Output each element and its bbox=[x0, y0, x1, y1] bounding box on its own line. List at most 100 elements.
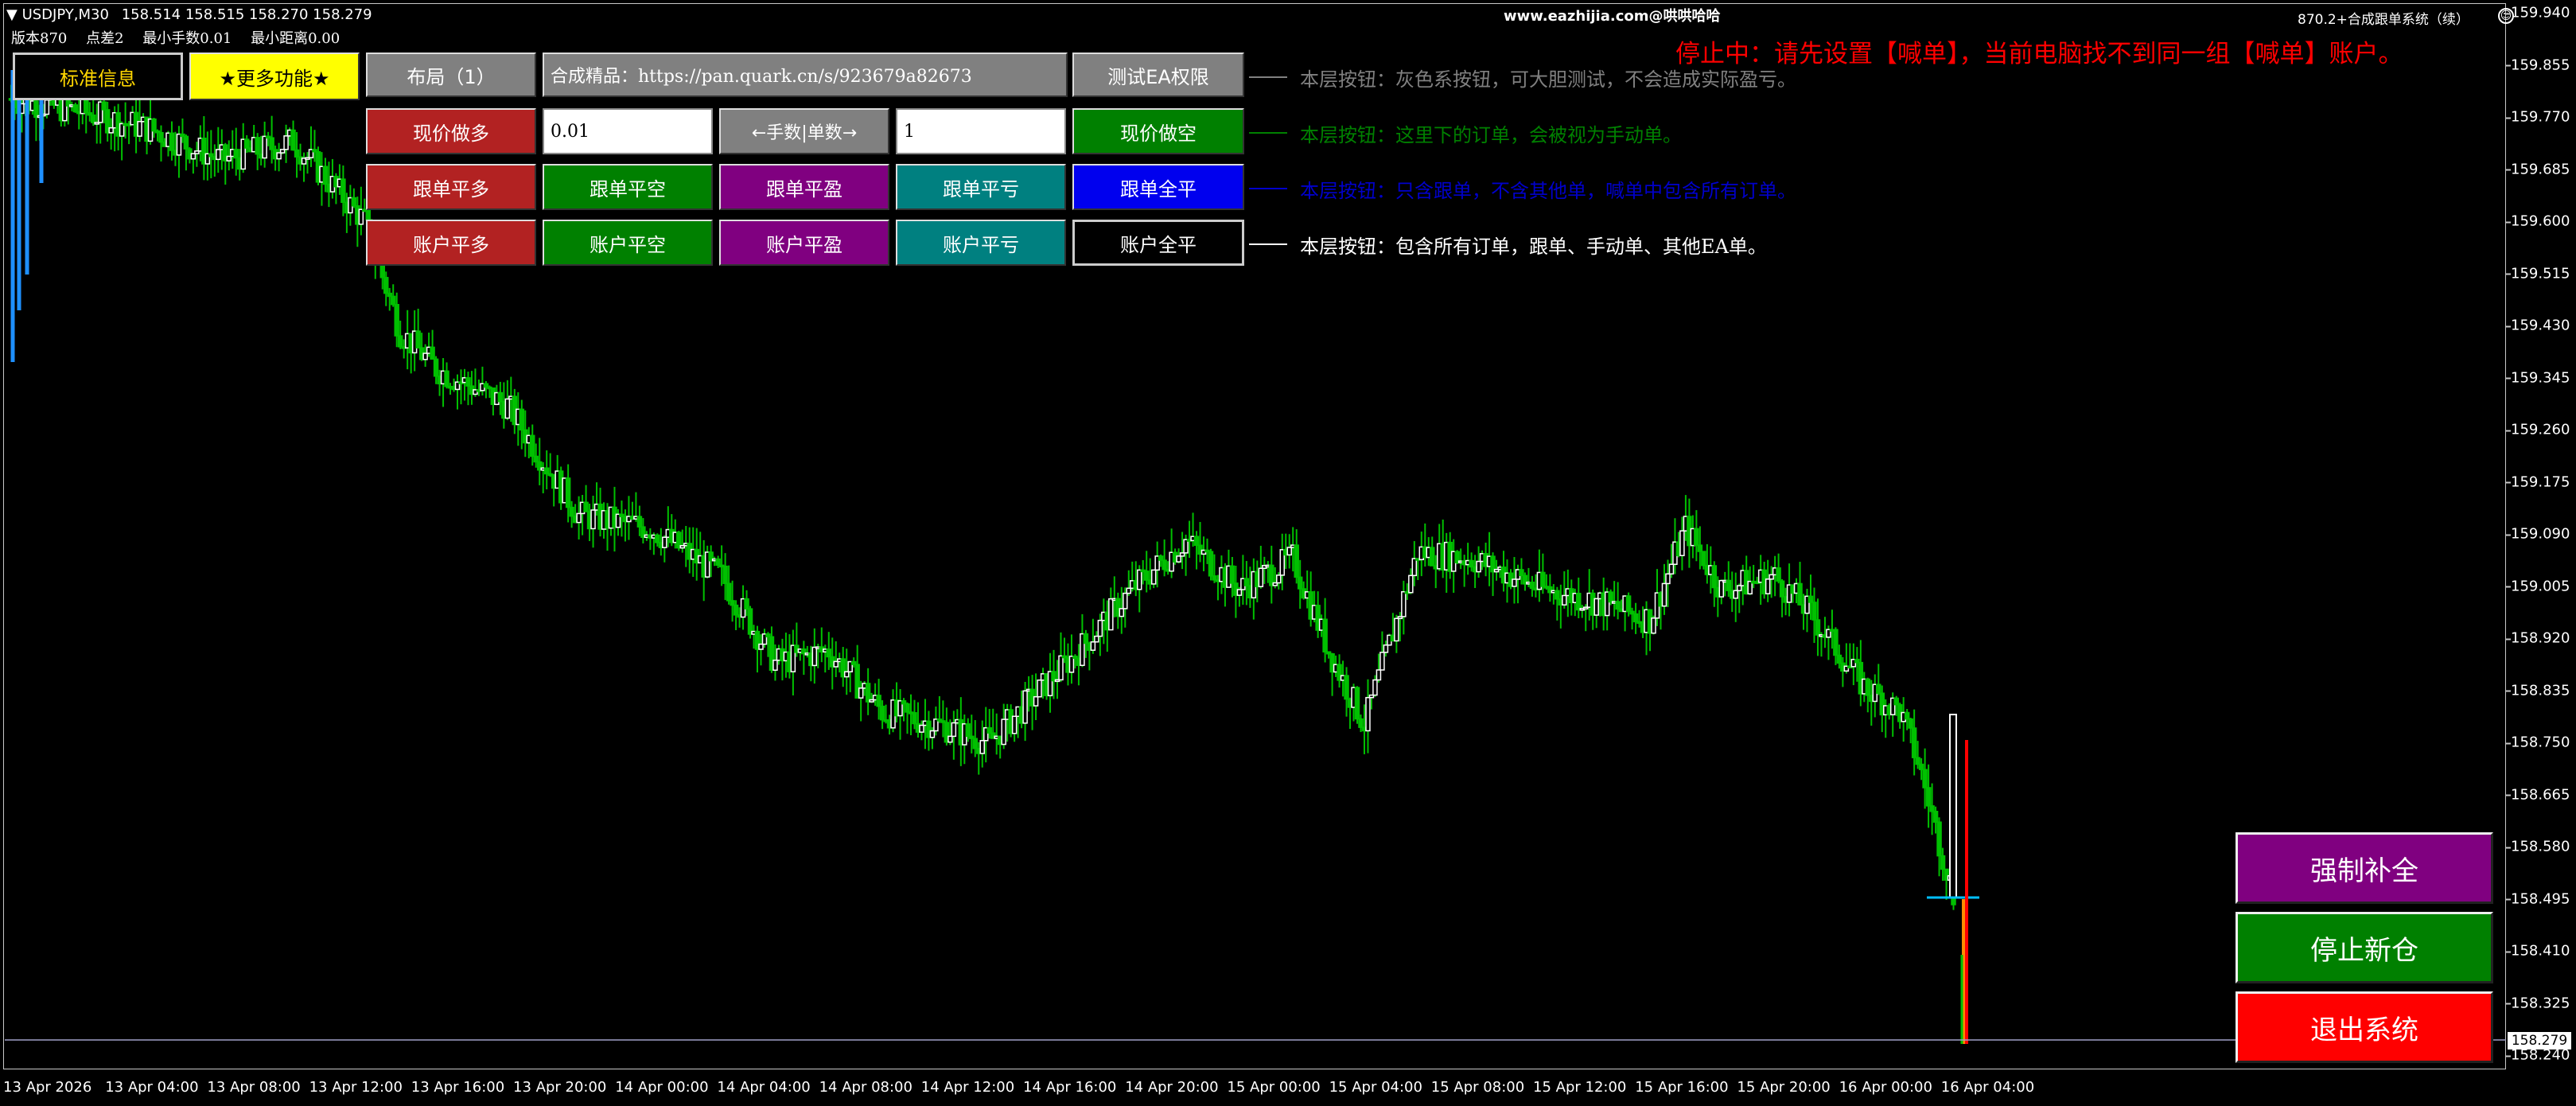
ea-name-label: 870.2+合成跟单系统（续） bbox=[2298, 12, 2469, 28]
buy-market-button[interactable]: 现价做多 bbox=[366, 108, 536, 154]
account-close-all-button[interactable]: 账户全平 bbox=[1072, 220, 1244, 266]
candle-body bbox=[747, 608, 753, 635]
candle-body bbox=[1143, 571, 1150, 581]
time-tick: 14 Apr 12:00 bbox=[920, 1079, 1015, 1096]
standard-info-tab[interactable]: 标准信息 bbox=[13, 53, 183, 100]
download-link-box[interactable]: 合成精品：https://pan.quark.cn/s/923679a82673 bbox=[543, 53, 1068, 97]
follow-close-long-button[interactable]: 跟单平多 bbox=[366, 164, 536, 210]
candle-body bbox=[726, 582, 732, 602]
candle-body bbox=[226, 155, 232, 162]
candle-body bbox=[1661, 582, 1667, 607]
row1-connector bbox=[1249, 76, 1287, 78]
candle-body bbox=[504, 398, 511, 419]
candle-body bbox=[1733, 590, 1738, 599]
exit-system-button[interactable]: 退出系统 bbox=[2236, 991, 2493, 1063]
stop-new-positions-button[interactable]: 停止新仓 bbox=[2236, 912, 2493, 983]
candle-body bbox=[1904, 711, 1910, 720]
follow-close-short-button[interactable]: 跟单平空 bbox=[543, 164, 713, 210]
row3-connector bbox=[1249, 188, 1287, 189]
candle-body bbox=[733, 604, 739, 616]
row2-connector bbox=[1249, 132, 1287, 134]
candle-body bbox=[722, 565, 728, 584]
follow-close-profit-button[interactable]: 跟单平盈 bbox=[719, 164, 889, 210]
row3-note: 本层按钮：只含跟单，不含其他单，喊单中包含所有订单。 bbox=[1300, 180, 1796, 202]
time-tick: 13 Apr 04:00 bbox=[105, 1079, 199, 1096]
candle-body bbox=[590, 509, 596, 530]
candle-body bbox=[290, 129, 296, 151]
candle-body bbox=[986, 726, 992, 734]
candle-body bbox=[662, 536, 667, 548]
follow-close-all-button[interactable]: 跟单全平 bbox=[1072, 164, 1244, 210]
candle-body bbox=[283, 135, 289, 150]
time-tick: 16 Apr 00:00 bbox=[1839, 1079, 1932, 1096]
candle-body bbox=[569, 506, 574, 517]
candle-body bbox=[1911, 727, 1917, 758]
candle-body bbox=[1697, 544, 1703, 552]
candle-body bbox=[422, 352, 428, 360]
candle-body bbox=[530, 434, 535, 458]
candle-body bbox=[1797, 582, 1803, 606]
candle-body bbox=[1376, 669, 1382, 681]
candle-body bbox=[1162, 559, 1167, 571]
candle-body bbox=[216, 149, 221, 161]
candle-body bbox=[1519, 569, 1524, 577]
candle-body bbox=[1608, 591, 1613, 603]
sell-market-button[interactable]: 现价做空 bbox=[1072, 108, 1244, 154]
candle-body bbox=[1001, 719, 1006, 746]
time-tick: 15 Apr 04:00 bbox=[1329, 1079, 1422, 1096]
time-tick: 13 Apr 08:00 bbox=[207, 1079, 301, 1096]
candle-body bbox=[340, 178, 346, 204]
candle-body bbox=[583, 501, 589, 512]
price-tick: 159.175 bbox=[2505, 473, 2570, 490]
candle-body bbox=[636, 516, 643, 528]
row4-note: 本层按钮：包含所有订单，跟单、手动单、其他EA单。 bbox=[1300, 236, 1767, 258]
candle-body bbox=[351, 197, 357, 207]
candle-body bbox=[1736, 585, 1742, 592]
candle-body bbox=[576, 512, 582, 524]
candle-body bbox=[158, 131, 164, 143]
time-tick: 15 Apr 00:00 bbox=[1227, 1079, 1321, 1096]
candle-body bbox=[876, 695, 881, 707]
candle-body bbox=[519, 408, 525, 430]
symbol-label: USDJPY,M30 bbox=[21, 6, 109, 23]
candle-body bbox=[430, 346, 435, 360]
candle-body bbox=[90, 114, 96, 123]
account-close-short-button[interactable]: 账户平空 bbox=[543, 220, 713, 266]
candle-body bbox=[1540, 571, 1546, 587]
time-tick: 13 Apr 16:00 bbox=[411, 1079, 505, 1096]
more-features-tab[interactable]: ★更多功能★ bbox=[189, 53, 360, 100]
website-label: www.eazhijia.com@哄哄哈哈 bbox=[1504, 8, 1721, 25]
follow-close-loss-button[interactable]: 跟单平亏 bbox=[896, 164, 1066, 210]
account-close-loss-button[interactable]: 账户平亏 bbox=[896, 220, 1066, 266]
candle-body bbox=[255, 137, 260, 155]
candle-body bbox=[44, 99, 50, 115]
price-tick: 158.580 bbox=[2505, 838, 2570, 855]
price-tick: 158.665 bbox=[2505, 786, 2570, 803]
candle-body bbox=[772, 660, 778, 672]
force-fill-button[interactable]: 强制补全 bbox=[2236, 832, 2493, 904]
candle-body bbox=[1836, 654, 1843, 664]
lot-size-input[interactable]: 0.01 bbox=[543, 108, 713, 154]
candle-body bbox=[1123, 592, 1128, 609]
candle-body bbox=[233, 149, 239, 159]
candle-body bbox=[1936, 821, 1942, 857]
candle-body bbox=[269, 137, 274, 150]
lot-count-toggle-button[interactable]: ←手数|单数→ bbox=[719, 108, 889, 154]
candle-body bbox=[1651, 617, 1656, 634]
price-tick: 159.855 bbox=[2505, 56, 2570, 73]
candle-body bbox=[811, 646, 818, 667]
time-tick: 14 Apr 04:00 bbox=[717, 1079, 811, 1096]
layout-button[interactable]: 布局（1） bbox=[366, 53, 536, 97]
time-tick: 16 Apr 04:00 bbox=[1940, 1079, 2035, 1096]
row1-note: 本层按钮：灰色系按钮，可大胆测试，不会造成实际盈亏。 bbox=[1300, 68, 1796, 91]
account-close-profit-button[interactable]: 账户平盈 bbox=[719, 220, 889, 266]
candle-body bbox=[1765, 578, 1771, 594]
price-tick: 159.430 bbox=[2505, 317, 2570, 334]
account-close-long-button[interactable]: 账户平多 bbox=[366, 220, 536, 266]
candle-body bbox=[1632, 613, 1639, 623]
candle-body bbox=[1555, 590, 1560, 600]
candle-body bbox=[33, 100, 39, 119]
dropdown-triangle-icon[interactable]: ▼ bbox=[6, 6, 18, 23]
test-ea-permission-button[interactable]: 测试EA权限 bbox=[1072, 53, 1244, 97]
order-count-input[interactable]: 1 bbox=[896, 108, 1066, 154]
